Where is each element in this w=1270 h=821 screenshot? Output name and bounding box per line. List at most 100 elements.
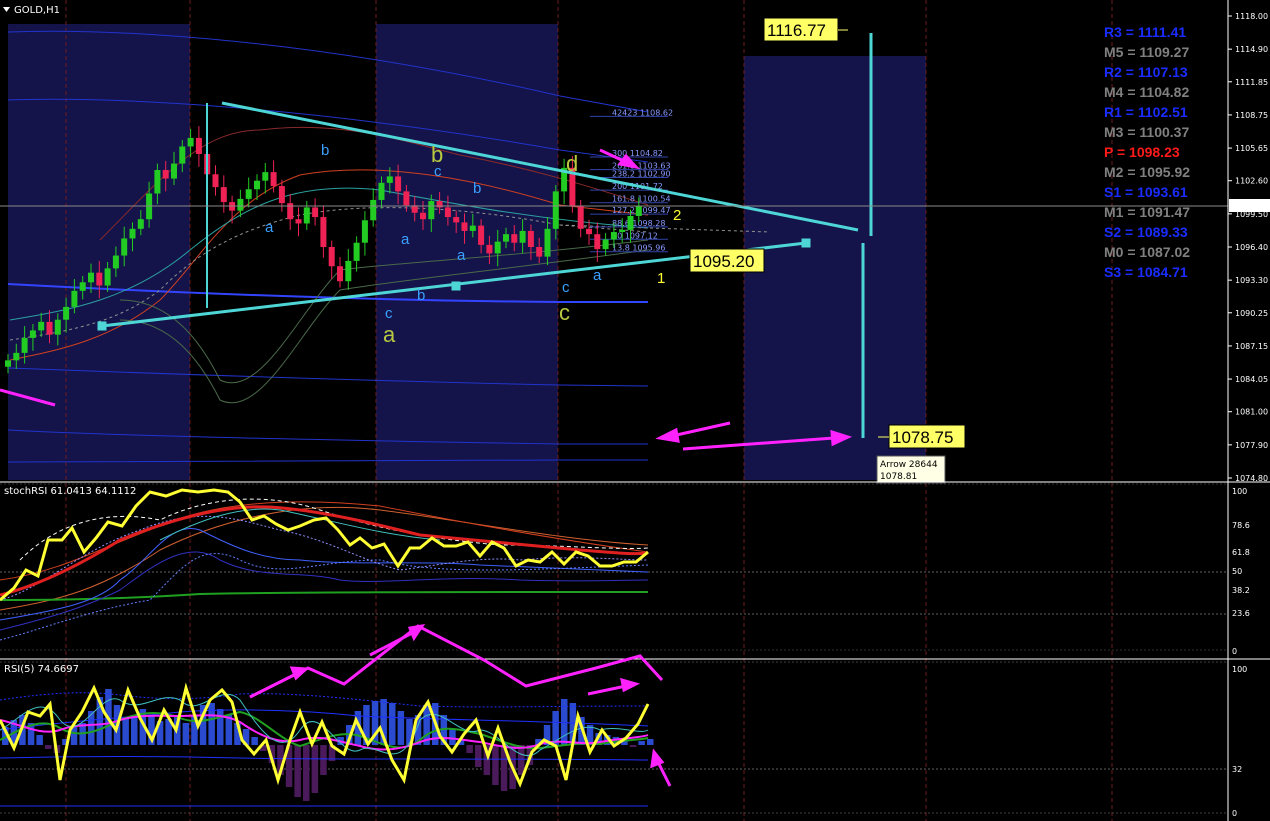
rsi-histogram-bar [225,715,233,745]
rsi-histogram-bar [217,709,224,745]
candle-body [112,255,119,269]
chart-title: GOLD,H1 [14,5,60,16]
pivot-label: M2 = 1095.92 [1104,164,1190,180]
rsi-histogram-bar [449,729,456,745]
candle-body [312,207,319,218]
rsi-histogram-bar [389,703,396,745]
candle-body [237,198,244,211]
stoch-axis-label: 0 [1232,647,1237,656]
pivot-label: M3 = 1100.37 [1104,124,1189,140]
candle-body [527,230,534,247]
rsi-histogram-bar [475,745,482,767]
candle-body [63,306,70,320]
pivot-levels: R3 = 1111.41 M5 = 1109.27 R2 = 1107.13 M4 =… [1104,24,1190,280]
candle-body [179,146,186,164]
candle-body [519,230,526,243]
stoch-axis-label: 100 [1232,487,1247,496]
wave-label: c [559,300,570,325]
pivot-label: P = 1098.23 [1104,144,1180,160]
wave-label: c [562,279,570,296]
candle-body [21,337,28,353]
candle-body [320,217,327,247]
rsi-histogram-bar [294,745,301,797]
candle-body [303,207,310,224]
price-axis-label: 1096.40 [1235,243,1268,252]
pivot-label: S3 = 1084.71 [1104,264,1188,280]
pivot-label: R1 = 1102.51 [1104,104,1188,120]
stoch-title: stochRSI 61.0413 64.1112 [4,486,136,497]
price-axis-label: 1093.30 [1235,276,1268,285]
fib-level-label: 50 1097.12 [612,231,658,240]
fib-level-label: 300 1104.82 [612,149,663,158]
rsi-axis-label: 100 [1232,665,1247,674]
projection-box [744,56,926,480]
rsi-histogram-bar [251,737,258,745]
vertical-grid [65,0,1113,821]
rsi-histogram-bar [303,745,310,801]
candle-body [29,330,36,338]
price-axis-label: 1087.15 [1235,342,1268,351]
pivot-label: R3 = 1111.41 [1104,24,1186,40]
candle-body [594,234,601,250]
stoch-axis-label: 23.6 [1232,609,1250,618]
price-axis: 1118.00 1114.90 1111.85 1108.75 1105.65 1102.… [1227,0,1270,821]
wave-label: d [566,151,578,176]
candle-body [171,163,177,179]
candle-body [494,241,501,254]
wave-label: b [473,180,481,197]
price-axis-label: 1102.60 [1235,177,1268,186]
price-axis-label: 1118.00 [1235,12,1268,21]
chevron-down-icon[interactable] [3,7,10,12]
rsi-histogram-bar [311,745,319,793]
rsi-title: RSI(5) 74.6697 [4,664,79,675]
rsi-histogram-bar [320,745,327,775]
candle-body [54,319,61,335]
fib-level-label: 13.8 1095.96 [612,244,665,253]
rsi-histogram-bar [561,699,568,745]
wave-label: a [457,247,466,264]
wave-label: a [593,267,602,284]
pivot-label: S2 = 1089.33 [1104,224,1188,240]
fib-levels: 42423 1108.62300 1104.82261.8 1103.63238… [590,108,673,253]
wave-label: a [383,322,396,347]
candle-body [577,206,584,229]
candle-body [428,201,435,220]
tooltip-line-1: Arrow 28644 [880,460,938,470]
mid-box-label: 1095.20 [693,252,754,271]
wave-label: a [401,231,410,248]
wave-label: b [417,287,425,304]
wave-label: c [434,163,442,180]
candle-body [13,352,20,361]
stoch-axis-label: 78.6 [1232,521,1250,530]
fib-level-label: 42423 1108.62 [612,108,673,117]
gold-h1-chart[interactable]: 42423 1108.62300 1104.82261.8 1103.63238… [0,0,1270,821]
upper-box-label: 1116.77 [767,21,826,40]
candle-body [328,247,335,267]
pivot-label: M5 = 1109.27 [1104,44,1189,60]
candle-body [278,186,285,204]
price-axis-label: 1111.85 [1235,78,1268,87]
rsi-histogram-bar [638,741,645,745]
candle-body [503,234,509,242]
price-axis-label: 1114.90 [1235,45,1268,54]
stoch-axis-label: 50 [1232,567,1242,576]
rsi-histogram-bar [208,703,215,745]
candle-body [635,206,642,216]
candle-body [345,260,352,282]
wave-label: 1 [657,270,665,287]
pivot-label: M4 = 1104.82 [1104,84,1189,100]
candle-body [96,272,103,286]
candle-body [536,247,543,257]
candle-body [602,239,609,250]
candle-body [295,219,302,224]
candle-body [79,282,86,291]
price-axis-label: 1077.90 [1235,441,1268,450]
price-axis-label: 1090.25 [1235,309,1268,318]
candle-body [486,244,493,254]
stoch-axis-label: 61.8 [1232,548,1250,557]
price-axis-label: 1105.65 [1235,144,1268,153]
rsi-axis-label: 0 [1232,809,1237,818]
candle-body [586,228,592,235]
candle-body [46,321,53,335]
fib-level-label: 238.2 1102.90 [612,169,671,178]
